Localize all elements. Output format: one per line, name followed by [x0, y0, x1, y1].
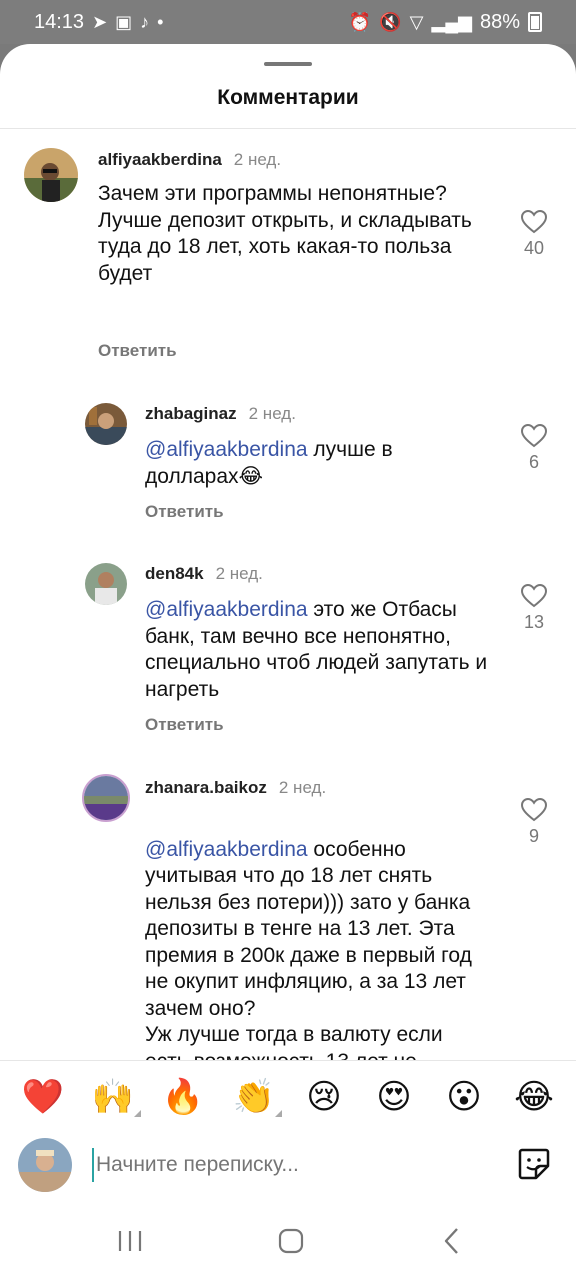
clap-emoji: 👏 [232, 1078, 276, 1116]
reaction-fire-button[interactable]: 🔥 [161, 1075, 205, 1119]
reaction-heart-button[interactable]: ❤️ [21, 1075, 65, 1119]
reaction-clap-button[interactable]: 👏 [232, 1075, 282, 1119]
reply-button[interactable]: Ответить [145, 715, 224, 735]
heart-outline-icon [521, 584, 547, 608]
like-count: 40 [523, 238, 545, 258]
mention-link[interactable]: @alfiyaakberdina [145, 838, 308, 861]
comment-time: 2 нед. [278, 778, 327, 797]
tiktok-icon: ♪ [140, 12, 150, 32]
comment-username[interactable]: alfiyaakberdina [98, 150, 222, 170]
skin-tone-indicator [275, 1110, 282, 1117]
status-time: 14:13 [34, 10, 85, 33]
more-notifications-icon: • [157, 12, 164, 32]
battery-icon [528, 12, 542, 32]
comment-header: zhanara.baikoz 2 нед. [145, 778, 326, 798]
heart-outline-icon [521, 210, 547, 234]
heart-outline-icon [521, 424, 547, 448]
comment-username[interactable]: den84k [145, 564, 204, 584]
current-user-avatar [18, 1138, 72, 1192]
like-button[interactable]: 13 [514, 584, 554, 633]
heart-outline-icon [521, 798, 547, 822]
status-bar: 14:13 ➤ ▣ ♪ • ⏰ 🔇 ▽ ▂▄▆ 88% [0, 0, 576, 44]
comment-header: alfiyaakberdina 2 нед. [98, 150, 281, 170]
reply-button[interactable]: Ответить [145, 502, 224, 522]
home-icon [278, 1228, 304, 1254]
comment-username[interactable]: zhabaginaz [145, 404, 237, 424]
comment-body: Зачем эти программы непонятные? Лучше де… [98, 182, 472, 285]
sticker-icon [518, 1148, 550, 1180]
alarm-icon: ⏰ [348, 12, 372, 32]
avatar-with-story[interactable] [82, 774, 130, 822]
raised-hands-emoji: 🙌 [91, 1078, 135, 1116]
recent-apps-icon [118, 1231, 142, 1251]
reaction-raised-hands-button[interactable]: 🙌 [91, 1075, 141, 1119]
comment-input[interactable] [92, 1148, 472, 1182]
comment-input-bar [0, 1132, 576, 1196]
reaction-cry-button[interactable]: 😢 [302, 1075, 346, 1119]
back-button[interactable] [432, 1226, 472, 1256]
comment-username[interactable]: zhanara.baikoz [145, 778, 267, 798]
reaction-heart-eyes-button[interactable]: 😍 [372, 1075, 416, 1119]
avatar[interactable] [85, 563, 127, 605]
like-button[interactable]: 6 [514, 424, 554, 473]
mute-icon: 🔇 [379, 12, 402, 32]
comment-header: den84k 2 нед. [145, 564, 263, 584]
reaction-surprised-button[interactable]: 😮 [442, 1075, 486, 1119]
mention-link[interactable]: @alfiyaakberdina [145, 598, 308, 621]
comment-text: @alfiyaakberdina это же Отбасы банк, там… [145, 597, 505, 703]
home-button[interactable] [271, 1226, 311, 1256]
recent-apps-button[interactable] [110, 1226, 150, 1256]
comment-header: zhabaginaz 2 нед. [145, 404, 296, 424]
back-icon [444, 1228, 458, 1254]
quick-reactions-bar: ❤️ 🙌 🔥 👏 😢 😍 😮 😂 [0, 1060, 576, 1132]
gallery-icon: ▣ [115, 12, 133, 32]
sticker-button[interactable] [514, 1144, 554, 1184]
skin-tone-indicator [134, 1110, 141, 1117]
like-button[interactable]: 9 [514, 798, 554, 847]
like-count: 9 [528, 826, 539, 846]
comment-text: Зачем эти программы непонятные? Лучше де… [98, 181, 498, 287]
drag-handle[interactable] [264, 62, 312, 66]
sheet-title: Комментарии [217, 86, 359, 109]
telegram-icon: ➤ [92, 12, 108, 32]
like-count: 6 [528, 452, 539, 472]
comment-text: @alfiyaakberdina особенно учитывая что д… [145, 810, 490, 1102]
reply-button[interactable]: Ответить [98, 341, 177, 361]
comment-time: 2 нед. [233, 150, 282, 169]
signal-icon: ▂▄▆ [431, 12, 472, 32]
system-nav-bar [0, 1196, 576, 1280]
battery-level: 88% [479, 10, 520, 33]
comment-list[interactable]: alfiyaakberdina 2 нед. Зачем эти програм… [0, 128, 576, 1104]
avatar[interactable] [24, 148, 78, 202]
like-count: 13 [523, 612, 545, 632]
comment-time: 2 нед. [215, 564, 263, 583]
avatar[interactable] [85, 403, 127, 445]
comment-text: @alfiyaakberdina лучше в долларах😂 [145, 437, 425, 490]
mention-link[interactable]: @alfiyaakberdina [145, 438, 308, 461]
like-button[interactable]: 40 [514, 210, 554, 259]
wifi-icon: ▽ [409, 12, 424, 32]
reaction-laugh-button[interactable]: 😂 [512, 1075, 556, 1119]
comment-time: 2 нед. [248, 404, 296, 423]
